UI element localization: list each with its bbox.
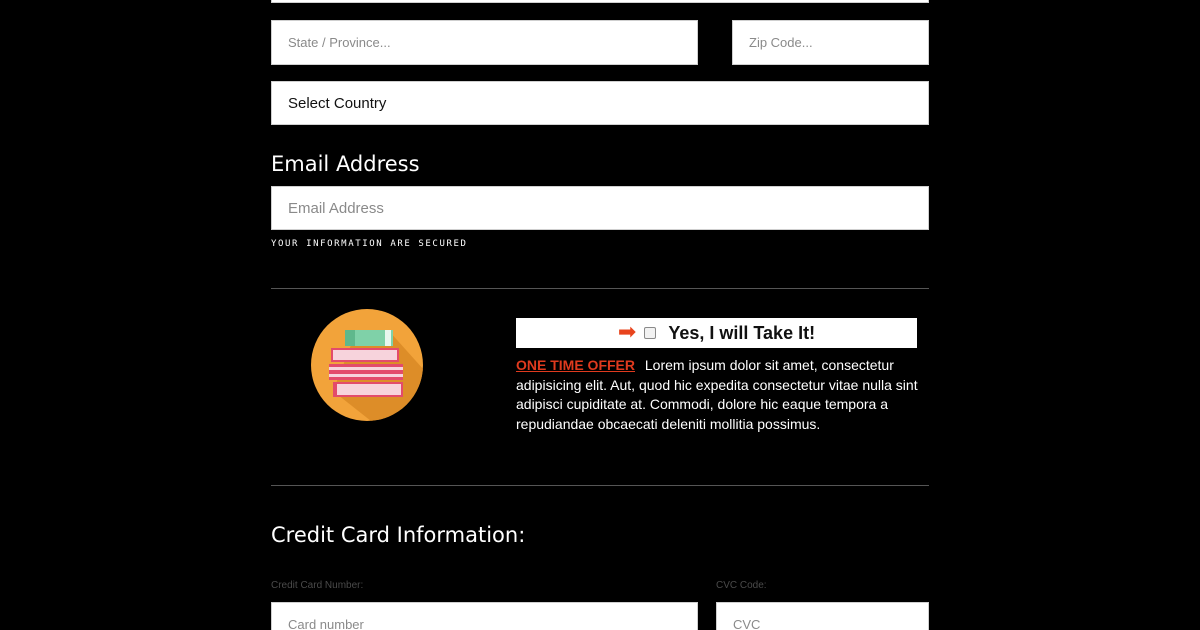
state-province-input[interactable] [271,20,698,65]
cvc-label: CVC Code: [716,580,767,591]
one-time-offer-tag: ONE TIME OFFER [516,357,635,373]
email-heading: Email Address [271,152,420,176]
email-input[interactable] [271,186,929,230]
take-offer-checkbox[interactable] [644,327,657,339]
divider-bottom [271,485,929,486]
country-select[interactable]: Select Country [271,81,929,125]
take-offer-box[interactable]: ➡ Yes, I will Take It! [516,318,917,348]
zip-code-input[interactable] [732,20,929,65]
address-line-input[interactable] [271,0,929,3]
books-stack-icon [311,309,423,421]
card-number-input[interactable] [271,602,698,630]
cvc-input[interactable] [716,602,929,630]
checkout-page: Select Country Email Address YOUR INFORM… [0,0,1200,630]
arrow-right-icon: ➡ [617,320,637,345]
credit-card-heading: Credit Card Information: [271,523,526,547]
security-note: YOUR INFORMATION ARE SECURED [271,239,468,249]
take-offer-label: Yes, I will Take It! [668,322,816,343]
card-number-label: Credit Card Number: [271,580,364,591]
offer-description-block: ONE TIME OFFER Lorem ipsum dolor sit ame… [516,356,922,434]
country-select-value: Select Country [288,94,387,112]
divider-top [271,288,929,289]
